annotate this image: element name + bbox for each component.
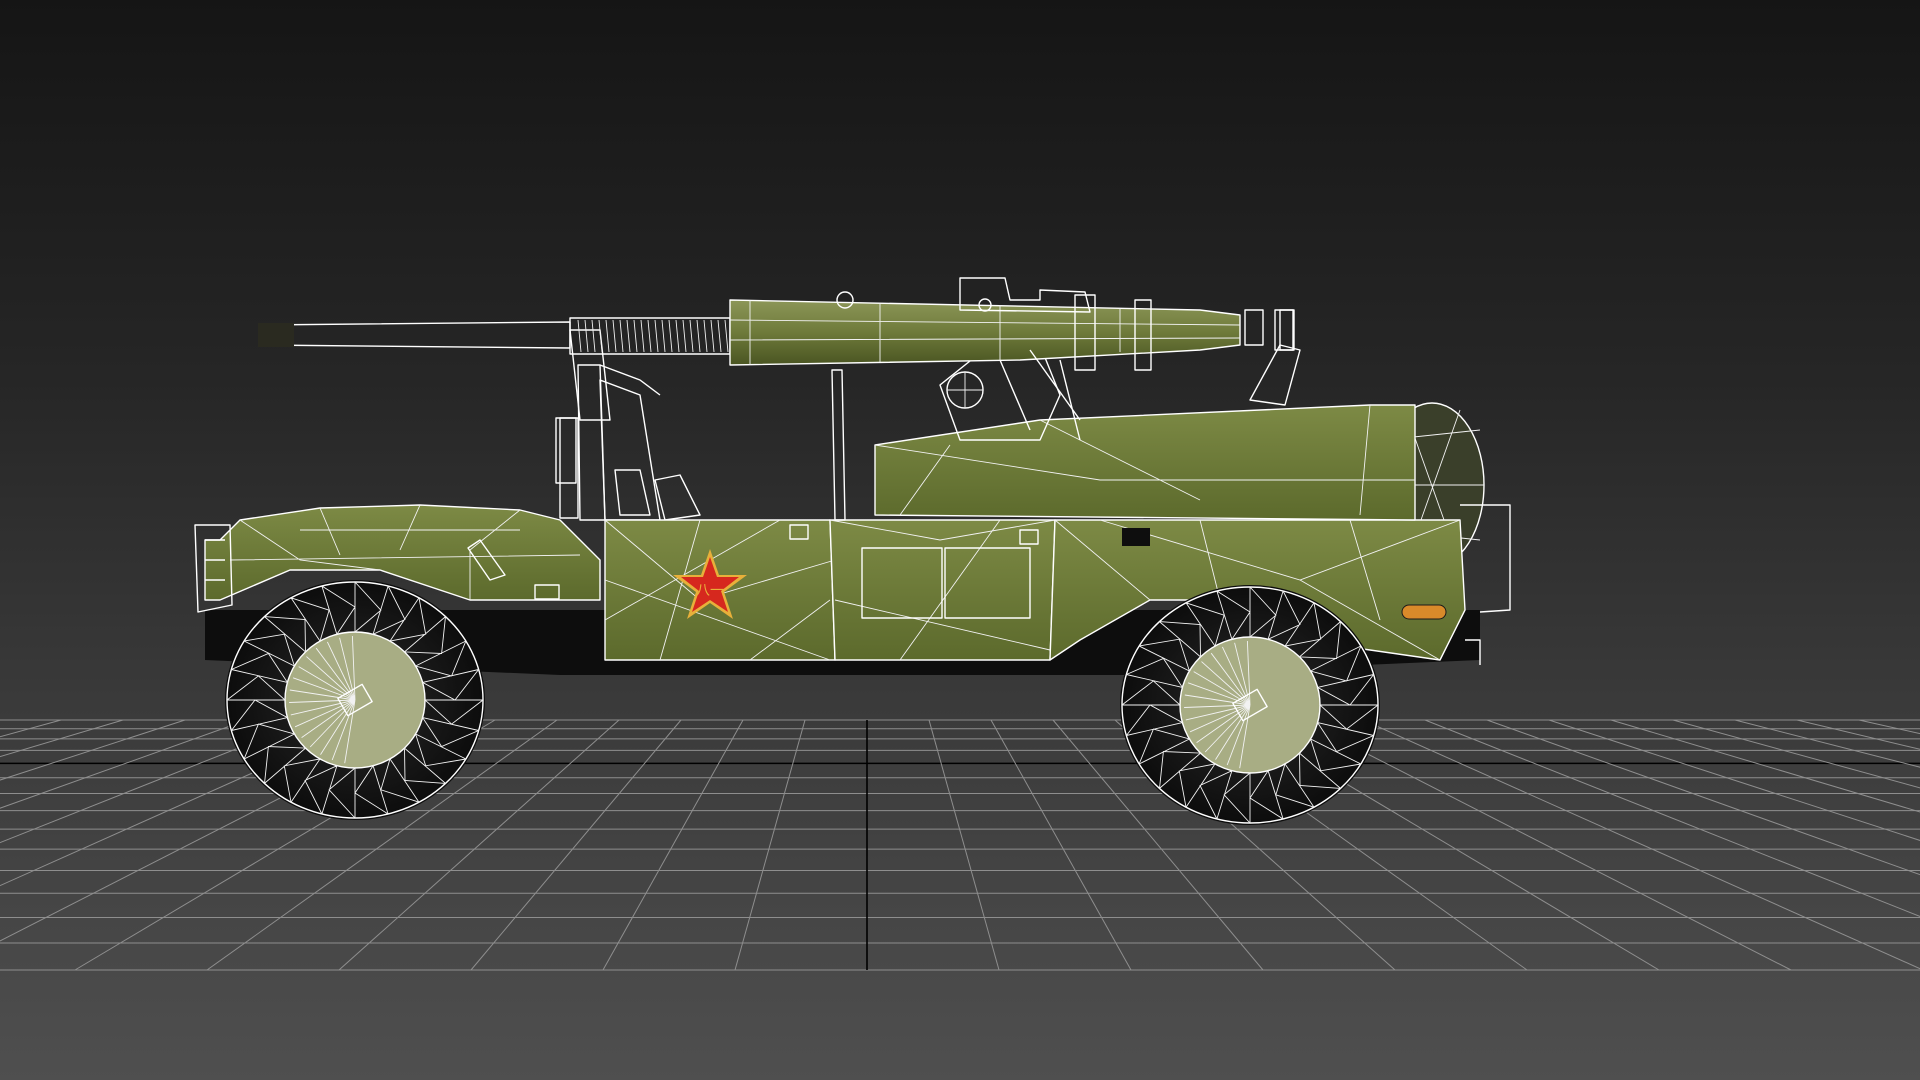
side-marker-light — [1401, 604, 1447, 620]
grid-line — [0, 719, 186, 781]
rear-wheel — [1120, 585, 1380, 825]
gun-support — [569, 329, 611, 421]
grid-line — [0, 719, 124, 758]
wheel-wireframe — [1121, 586, 1379, 824]
grid-line — [1486, 719, 1920, 876]
grid-line — [734, 719, 806, 971]
gun-barrel — [259, 321, 571, 349]
grid-line — [470, 719, 682, 971]
grid-line — [1424, 719, 1920, 917]
roll-bar — [599, 364, 846, 521]
3d-viewport[interactable]: 八一 — [0, 0, 1920, 1080]
insignia-glyph: 八一 — [696, 583, 724, 599]
hood — [205, 505, 600, 600]
grid-line — [1734, 719, 1920, 768]
barrel-fins — [569, 317, 731, 355]
seat — [614, 469, 701, 521]
viewport-scene[interactable]: 八一 — [0, 0, 1920, 1080]
vehicle-model[interactable]: 八一 — [194, 277, 1511, 825]
rear-cargo-box — [875, 405, 1415, 520]
gunner-seat — [1249, 344, 1301, 406]
grid-line — [928, 719, 1000, 971]
recoilless-rifle[interactable] — [258, 277, 1295, 371]
grid-line — [602, 719, 744, 971]
grid-line — [1610, 719, 1920, 813]
grid-line — [0, 719, 62, 738]
gunner-shield — [1274, 309, 1294, 351]
body-marker-square — [1122, 528, 1150, 546]
grid-line — [1300, 719, 1792, 971]
grid-line — [1548, 719, 1920, 841]
windshield-frame — [559, 364, 661, 521]
grid-line — [0, 719, 248, 809]
grid-line — [1796, 719, 1920, 750]
grid-line — [1858, 719, 1920, 735]
grid-line — [990, 719, 1132, 971]
side-mirror — [555, 417, 577, 484]
barrel-muzzle — [258, 323, 294, 347]
wheel-wireframe — [226, 581, 484, 819]
front-wheel — [225, 580, 485, 820]
